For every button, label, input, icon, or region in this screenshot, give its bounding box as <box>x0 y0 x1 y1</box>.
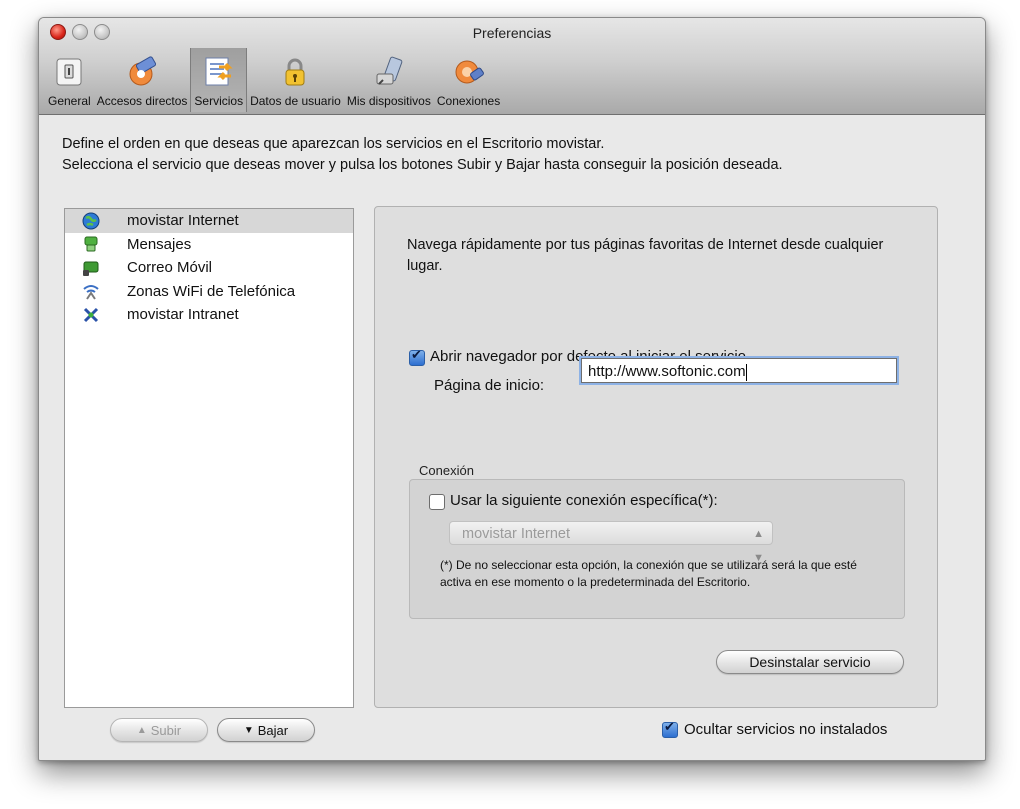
service-detail-panel: Navega rápidamente por tus páginas favor… <box>374 206 938 708</box>
services-list[interactable]: movistar Internet Mensajes Correo Móvil … <box>64 208 354 708</box>
list-item-label: Correo Móvil <box>127 259 213 277</box>
list-item-mensajes[interactable]: Mensajes <box>65 233 353 257</box>
home-page-value: http://www.softonic.com <box>588 363 746 380</box>
mail-icon <box>83 261 99 276</box>
services-icon <box>205 57 233 86</box>
tab-devices[interactable]: Mis dispositivos <box>344 48 434 112</box>
messages-icon <box>84 236 98 252</box>
devices-icon <box>376 56 403 85</box>
tab-user-data-label: Datos de usuario <box>250 94 341 108</box>
uninstall-service-label: Desinstalar servicio <box>749 654 871 670</box>
connection-note: (*) De no seleccionar esta opción, la co… <box>440 558 857 589</box>
list-item-label: movistar Internet <box>127 212 239 230</box>
hide-uninstalled-checkbox[interactable] <box>662 720 678 738</box>
tab-connections[interactable]: Conexiones <box>434 48 503 112</box>
move-down-button[interactable]: ▼ Bajar <box>217 718 315 742</box>
list-item-label: Mensajes <box>127 235 192 253</box>
service-description: Navega rápidamente por tus páginas favor… <box>407 237 884 274</box>
connection-select-value: movistar Internet <box>462 526 570 542</box>
down-arrow-icon: ▼ <box>243 724 254 736</box>
home-page-input[interactable]: http://www.softonic.com <box>581 358 897 383</box>
tab-user-data[interactable]: Datos de usuario <box>247 48 344 112</box>
hide-uninstalled-label: Ocultar servicios no instalados <box>684 721 888 738</box>
list-item-movistar-intranet[interactable]: movistar Intranet <box>65 303 353 327</box>
connection-select[interactable]: movistar Internet ▲ ▼ <box>449 521 773 564</box>
connection-group: Usar la siguiente conexión específica(*)… <box>409 479 905 619</box>
use-specific-connection-checkbox[interactable] <box>429 494 445 510</box>
uninstall-service-button[interactable]: Desinstalar servicio <box>716 650 904 674</box>
general-icon <box>56 58 82 86</box>
toolbar: General Accesos directos Servicios Datos… <box>45 48 503 112</box>
move-up-button[interactable]: ▲ Subir <box>110 718 208 742</box>
open-browser-checkbox[interactable] <box>409 348 425 366</box>
up-arrow-icon: ▲ <box>136 724 147 736</box>
shortcuts-icon <box>129 56 157 86</box>
preferences-window: Preferencias General Accesos directos Se… <box>38 17 986 761</box>
connection-group-title: Conexión <box>419 463 474 478</box>
tab-shortcuts[interactable]: Accesos directos <box>94 48 191 112</box>
list-item-label: movistar Intranet <box>127 306 239 324</box>
text-caret <box>745 363 747 381</box>
tab-connections-label: Conexiones <box>436 94 501 108</box>
connections-icon <box>455 60 484 84</box>
list-item-movistar-internet[interactable]: movistar Internet <box>65 209 353 233</box>
description: Define el orden en que deseas que aparez… <box>62 134 783 176</box>
user-data-icon <box>285 58 305 86</box>
tab-services-label: Servicios <box>194 94 244 108</box>
list-item-label: Zonas WiFi de Telefónica <box>127 282 296 300</box>
titlebar: Preferencias General Accesos directos Se… <box>39 18 985 115</box>
tab-devices-label: Mis dispositivos <box>346 94 431 108</box>
list-item-zonas-wifi[interactable]: Zonas WiFi de Telefónica <box>65 280 353 304</box>
tab-general-label: General <box>48 94 91 108</box>
tab-general[interactable]: General <box>45 48 94 112</box>
use-specific-connection-label: Usar la siguiente conexión específica(*)… <box>450 492 718 509</box>
move-down-label: Bajar <box>257 722 289 738</box>
list-item-correo-movil[interactable]: Correo Móvil <box>65 256 353 280</box>
window-title: Preferencias <box>472 25 552 41</box>
tab-services[interactable]: Servicios <box>190 48 248 112</box>
description-line-2: Selecciona el servicio que deseas mover … <box>62 157 783 173</box>
wifi-icon <box>83 285 99 300</box>
description-line-1: Define el orden en que deseas que aparez… <box>62 136 605 152</box>
home-page-label: Página de inicio: <box>434 377 545 394</box>
globe-icon <box>82 212 100 230</box>
move-up-label: Subir <box>150 722 182 738</box>
intranet-icon <box>83 307 99 322</box>
tab-shortcuts-label: Accesos directos <box>96 94 188 108</box>
